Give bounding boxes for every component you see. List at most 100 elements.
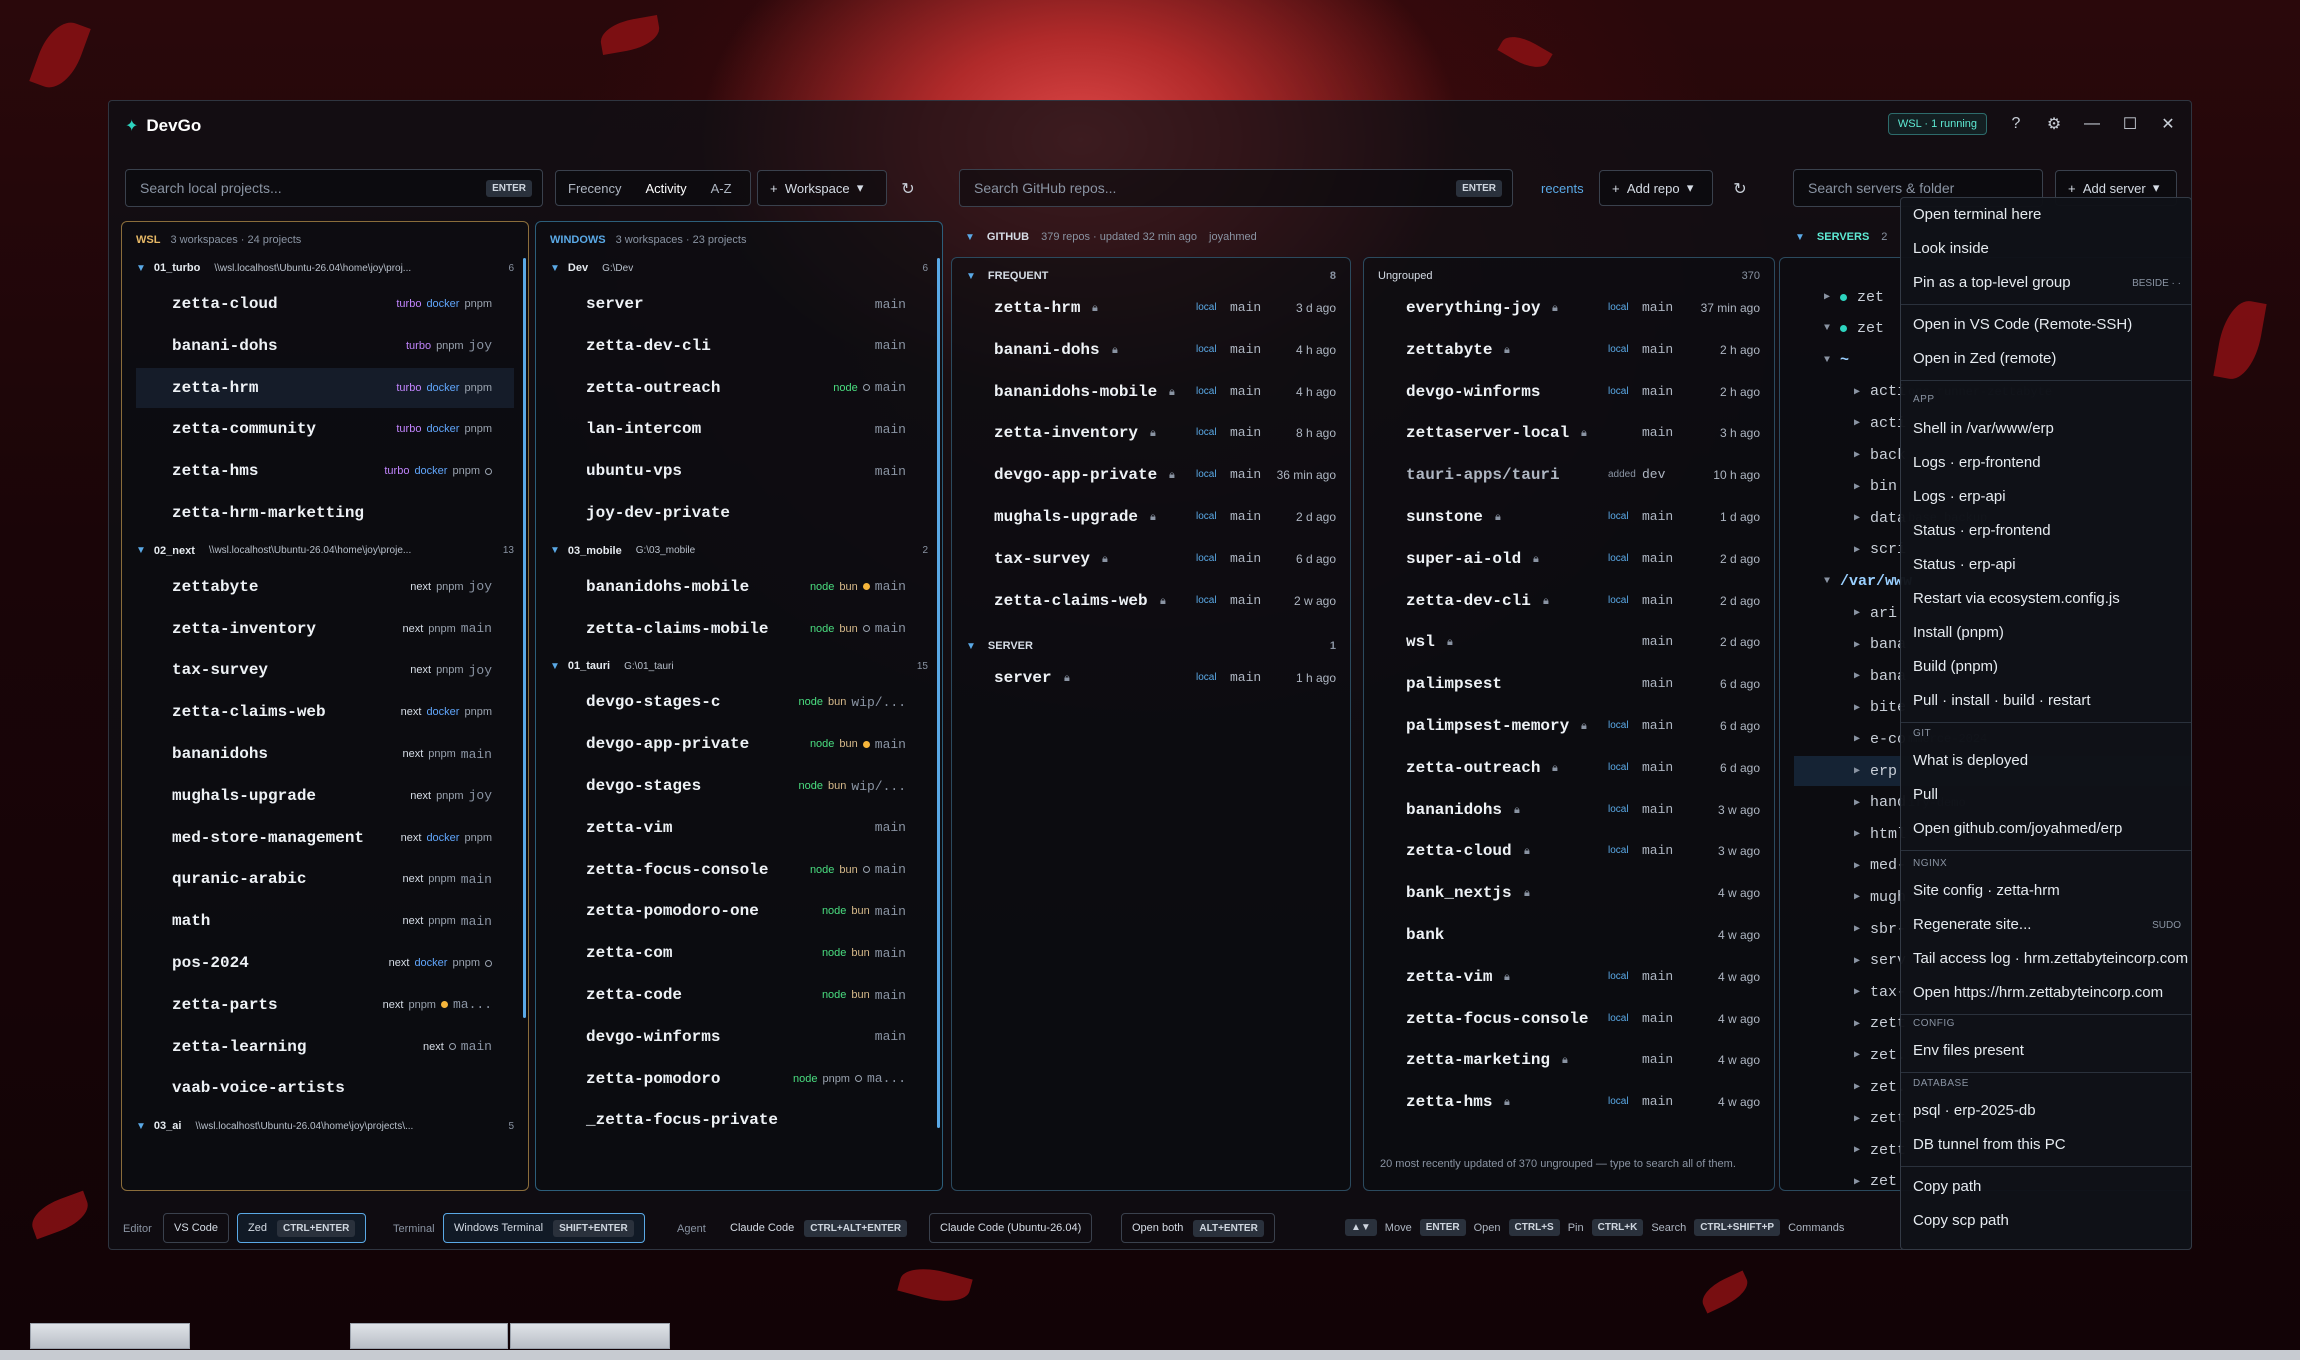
menu-item[interactable]: Pull · install · build · restart [1913,692,2091,709]
workspace-group-header[interactable]: ▼ 03_ai \\wsl.localhost\Ubuntu-26.04\home\… [136,1114,514,1138]
project-row[interactable]: zetta-hrm-marketting [136,493,514,533]
minimize-icon[interactable]: — [2083,115,2101,133]
repo-row[interactable]: zetta-claims-web 🔒︎ local main 2 w ago [966,581,1336,621]
server-group-header[interactable]: ▼ SERVER 1 [966,640,1336,652]
project-row[interactable]: tax-survey next pnpm joy [136,650,514,690]
repo-row[interactable]: zetta-hrm 🔒︎ local main 3 d ago [966,288,1336,328]
menu-item[interactable]: Install (pnpm) [1913,624,2004,641]
menu-item[interactable]: Site config · zetta-hrm [1913,882,2060,899]
workspace-group-header[interactable]: ▼ 02_next \\wsl.localhost\Ubuntu-26.04\hom… [136,539,514,563]
project-row[interactable]: zettabyte next pnpm joy [136,567,514,607]
project-row[interactable]: zetta-dev-cli main [550,326,928,366]
menu-item[interactable]: Open terminal here [1913,206,2041,223]
menu-item[interactable]: Open in Zed (remote) [1913,350,2056,367]
project-row[interactable]: devgo-stages-c node bun wip/... [550,682,928,722]
project-row[interactable]: math next pnpm main [136,901,514,941]
add-repo-button[interactable]: + Add repo ▾ [1599,170,1713,206]
repo-row[interactable]: zetta-marketing 🔒︎ main 4 w ago [1378,1040,1760,1080]
sort-segmented[interactable]: Frecency Activity A-Z [555,170,751,206]
project-row[interactable]: zetta-outreach node main [550,368,928,408]
project-row[interactable]: ubuntu-vps main [550,451,928,491]
project-row[interactable]: devgo-app-private node bun main [550,724,928,764]
menu-item[interactable]: Open in VS Code (Remote-SSH) [1913,316,2132,333]
menu-item[interactable]: Status · erp-api [1913,556,2016,573]
workspace-group-header[interactable]: ▼ 03_mobile G:\03_mobile 2 [550,539,928,563]
project-row[interactable]: zetta-vim main [550,808,928,848]
project-row[interactable]: zetta-claims-mobile node bun main [550,609,928,649]
project-row[interactable]: devgo-stages node bun wip/... [550,766,928,806]
project-row[interactable]: quranic-arabic next pnpm main [136,859,514,899]
refresh-local-icon[interactable]: ↻ [899,179,917,199]
repo-row[interactable]: devgo-app-private 🔒︎ local main 36 min ago [966,455,1336,495]
recents-link[interactable]: recents [1541,181,1584,196]
workspace-group-header[interactable]: ▼ Dev G:\Dev 6 [550,256,928,280]
repo-row[interactable]: everything-joy 🔒︎ local main 37 min ago [1378,288,1760,328]
repo-row[interactable]: bank_nextjs 🔒︎ 4 w ago [1378,873,1760,913]
project-row[interactable]: lan-intercom main [550,409,928,449]
project-row[interactable]: _zetta-focus-private [550,1100,928,1140]
local-search-input[interactable]: Search local projects... ENTER [125,169,543,207]
project-row[interactable]: zetta-com node bun main [550,933,928,973]
windows-scrollbar[interactable] [937,258,940,1128]
project-row[interactable]: banani-dohs turbo pnpm joy [136,326,514,366]
project-row[interactable]: zetta-hms turbo docker pnpm [136,451,514,491]
menu-item[interactable]: Open https://hrm.zettabyteincorp.com [1913,984,2163,1001]
menu-item[interactable]: Tail access log · hrm.zettabyteincorp.co… [1913,950,2188,967]
menu-item[interactable]: DB tunnel from this PC [1913,1136,2066,1153]
project-row[interactable]: zetta-pomodoro node pnpm ma... [550,1059,928,1099]
claude-code-button[interactable]: Claude Code CTRL+ALT+ENTER [719,1213,918,1243]
menu-item[interactable]: Copy scp path [1913,1212,2009,1229]
repo-row[interactable]: wsl 🔒︎ main 2 d ago [1378,622,1760,662]
menu-item[interactable]: Regenerate site... [1913,916,2031,933]
zed-button[interactable]: Zed CTRL+ENTER [237,1213,367,1243]
repo-row[interactable]: devgo-winforms local main 2 h ago [1378,372,1760,412]
project-row[interactable]: zetta-parts next pnpm ma... [136,985,514,1025]
close-icon[interactable]: ✕ [2159,114,2177,134]
project-row[interactable]: bananidohs-mobile node bun main [550,567,928,607]
workspace-group-header[interactable]: ▼ 01_turbo \\wsl.localhost\Ubuntu-26.04\ho… [136,256,514,280]
refresh-github-icon[interactable]: ↻ [1731,179,1749,199]
vscode-button[interactable]: VS Code [163,1213,230,1243]
project-row[interactable]: zetta-claims-web next docker pnpm [136,692,514,732]
sort-activity[interactable]: Activity [633,181,698,196]
repo-row[interactable]: bananidohs-mobile 🔒︎ local main 4 h ago [966,372,1336,412]
project-row[interactable]: server main [550,284,928,324]
claude-ubuntu-button[interactable]: Claude Code (Ubuntu-26.04) [929,1213,1093,1243]
repo-row[interactable]: bank 4 w ago [1378,915,1760,955]
workspace-button[interactable]: + Workspace ▾ [757,170,887,206]
project-row[interactable]: zetta-pomodoro-one node bun main [550,891,928,931]
menu-item[interactable]: Pin as a top-level group [1913,274,2071,291]
repo-row[interactable]: zettabyte 🔒︎ local main 2 h ago [1378,330,1760,370]
taskbar-button[interactable] [30,1323,190,1349]
sort-az[interactable]: A-Z [699,181,744,196]
project-row[interactable]: zetta-inventory next pnpm main [136,609,514,649]
open-both-button[interactable]: Open both ALT+ENTER [1121,1213,1275,1243]
repo-row[interactable]: server 🔒︎ local main 1 h ago [966,658,1336,698]
repo-row[interactable]: banani-dohs 🔒︎ local main 4 h ago [966,330,1336,370]
repo-row[interactable]: tauri-apps/tauri added dev 10 h ago [1378,455,1760,495]
project-row[interactable]: zetta-cloud turbo docker pnpm [136,284,514,324]
repo-row[interactable]: sunstone 🔒︎ local main 1 d ago [1378,497,1760,537]
menu-item[interactable]: Build (pnpm) [1913,658,1998,675]
repo-row[interactable]: zetta-dev-cli 🔒︎ local main 2 d ago [1378,581,1760,621]
frequent-header[interactable]: ▼ FREQUENT 8 [966,270,1336,282]
project-row[interactable]: zetta-focus-console node bun main [550,850,928,890]
menu-item[interactable]: Logs · erp-api [1913,488,2006,505]
gear-icon[interactable]: ⚙ [2045,114,2063,134]
wsl-scrollbar[interactable] [523,258,526,1018]
project-row[interactable]: bananidohs next pnpm main [136,734,514,774]
repo-row[interactable]: zetta-outreach 🔒︎ local main 6 d ago [1378,748,1760,788]
project-row[interactable]: mughals-upgrade next pnpm joy [136,776,514,816]
menu-item[interactable]: Copy path [1913,1178,1981,1195]
project-row[interactable]: zetta-hrm turbo docker pnpm [136,367,514,408]
project-row[interactable]: vaab-voice-artists [136,1068,514,1108]
help-icon[interactable]: ? [2007,115,2025,133]
repo-row[interactable]: tax-survey 🔒︎ local main 6 d ago [966,539,1336,579]
maximize-icon[interactable]: ☐ [2121,114,2139,134]
repo-row[interactable]: zetta-cloud 🔒︎ local main 3 w ago [1378,831,1760,871]
repo-row[interactable]: super-ai-old 🔒︎ local main 2 d ago [1378,539,1760,579]
github-search-input[interactable]: Search GitHub repos... ENTER [959,169,1513,207]
menu-item[interactable]: Look inside [1913,240,1989,257]
windows-terminal-button[interactable]: Windows Terminal SHIFT+ENTER [443,1213,645,1243]
ungrouped-header[interactable]: Ungrouped 370 [1378,270,1760,282]
